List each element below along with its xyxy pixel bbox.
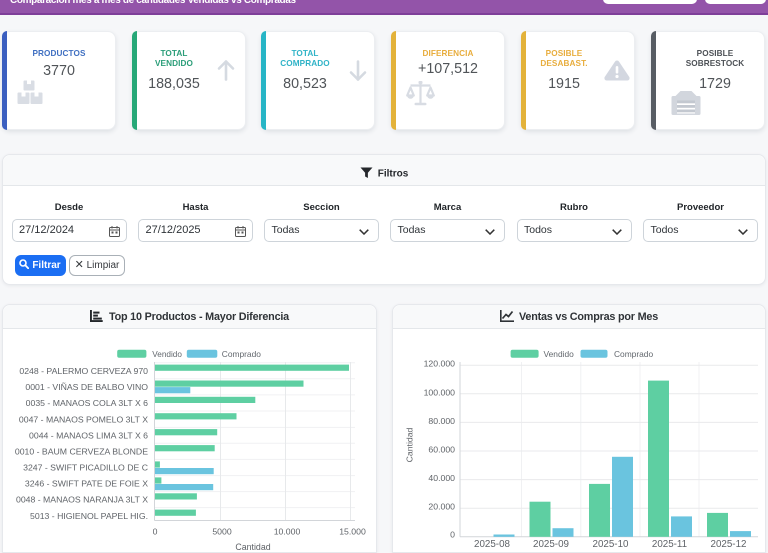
svg-text:Comprado: Comprado <box>222 349 261 359</box>
svg-text:2025-11: 2025-11 <box>652 539 687 550</box>
svg-text:2025-10: 2025-10 <box>593 539 630 550</box>
svg-text:5013 - HIGIENOL PAPEL HIG.: 5013 - HIGIENOL PAPEL HIG. <box>30 511 148 521</box>
svg-text:0044 - MANAOS LIMA 3LT X 6: 0044 - MANAOS LIMA 3LT X 6 <box>29 430 148 440</box>
svg-text:15.000: 15.000 <box>339 527 366 537</box>
svg-text:40.000: 40.000 <box>428 473 455 483</box>
svg-text:3247 - SWIFT PICADILLO DE C: 3247 - SWIFT PICADILLO DE C <box>23 463 148 473</box>
svg-text:3246 - SWIFT PATE DE FOIE X: 3246 - SWIFT PATE DE FOIE X <box>25 479 148 489</box>
svg-text:2025-09: 2025-09 <box>533 539 569 550</box>
svg-text:80.000: 80.000 <box>428 416 455 426</box>
svg-text:5000: 5000 <box>212 527 231 537</box>
svg-text:Comprado: Comprado <box>614 349 653 359</box>
svg-text:0035 - MANAOS COLA 3LT X 6: 0035 - MANAOS COLA 3LT X 6 <box>26 398 148 408</box>
svg-text:Cantidad: Cantidad <box>405 427 415 462</box>
svg-text:2025-12: 2025-12 <box>711 539 747 550</box>
svg-text:0048 - MANAOS NARANJA 3LT X: 0048 - MANAOS NARANJA 3LT X <box>16 495 148 505</box>
svg-text:0001 - VIÑAS DE BALBO VINO: 0001 - VIÑAS DE BALBO VINO <box>25 382 148 392</box>
svg-text:Cantidad: Cantidad <box>235 542 270 552</box>
svg-text:60.000: 60.000 <box>428 445 455 455</box>
svg-text:20.000: 20.000 <box>428 502 455 512</box>
svg-text:Vendido: Vendido <box>544 349 575 359</box>
svg-text:10.000: 10.000 <box>274 527 301 537</box>
svg-text:2025-08: 2025-08 <box>474 539 511 550</box>
svg-text:0010 - BAUM CERVEZA BLONDE: 0010 - BAUM CERVEZA BLONDE <box>15 446 148 456</box>
svg-text:0: 0 <box>153 527 158 537</box>
svg-text:0047 - MANAOS POMELO 3LT X: 0047 - MANAOS POMELO 3LT X <box>19 415 148 425</box>
svg-text:120.000: 120.000 <box>424 359 456 369</box>
svg-text:Vendido: Vendido <box>152 350 182 359</box>
svg-text:0248 - PALERMO CERVEZA 970: 0248 - PALERMO CERVEZA 970 <box>19 366 148 376</box>
svg-text:0: 0 <box>450 530 455 540</box>
svg-text:100.000: 100.000 <box>424 387 456 397</box>
